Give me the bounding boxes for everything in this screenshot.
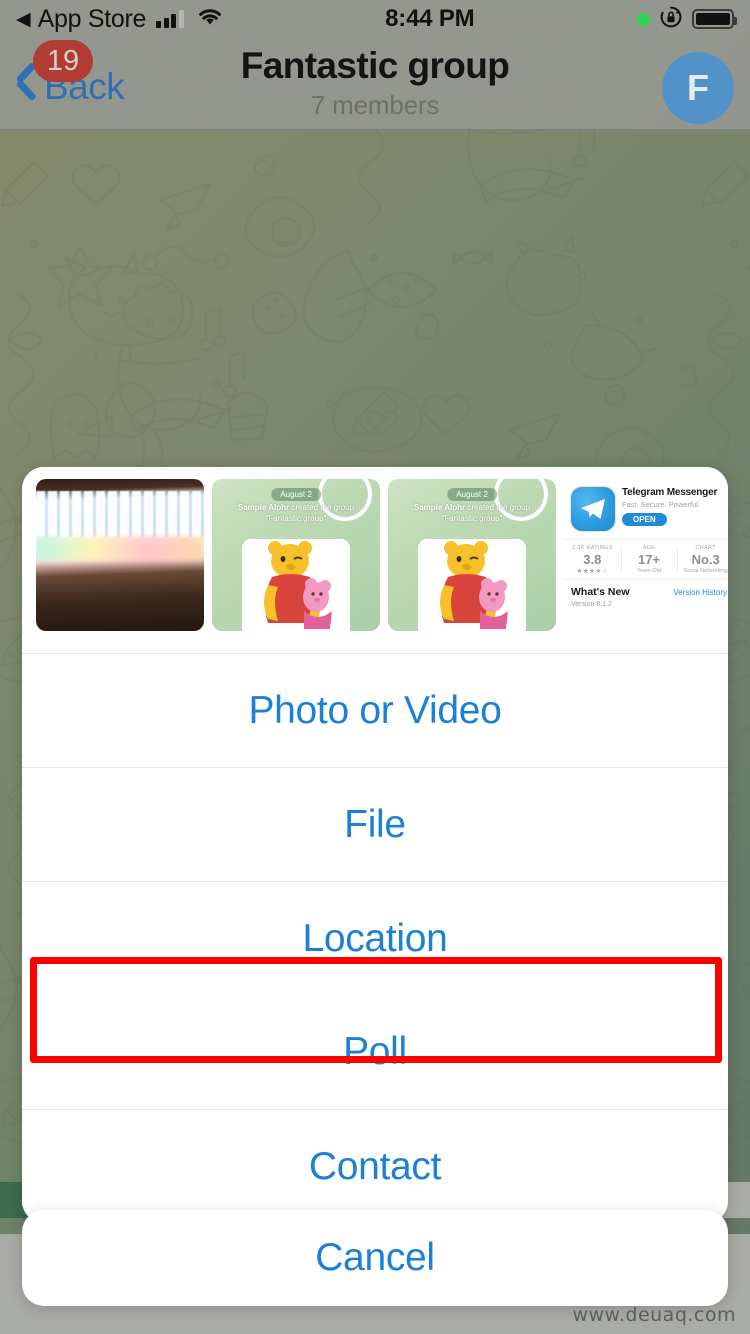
sheet-option-poll[interactable]: Poll (22, 995, 728, 1109)
service-message: Sample Alphr created the group "Fantasti… (397, 503, 547, 525)
sticker-card (242, 539, 350, 631)
appstore-app-tagline: Fast. Secure. Powerful. (622, 500, 700, 510)
battery-full-icon (692, 9, 737, 29)
green-recording-dot-icon (637, 12, 650, 26)
sheet-option-label: Location (302, 916, 448, 960)
appstore-stats-row: 2.3K RATINGS 3.8 ★★★★☆ AGE 17+ Years Old… (564, 539, 728, 579)
cellular-signal-icon (156, 10, 184, 28)
appstore-stat-chart: CHART No.3 Social Networking (677, 545, 728, 575)
return-app-label[interactable]: App Store (38, 5, 147, 34)
media-thumbnail-chat-screenshot[interactable]: August 2 Sample Alphr created the group … (212, 479, 380, 631)
pooh-sticker-icon (264, 541, 332, 629)
stat-key: AGE (642, 545, 656, 551)
status-bar: ◀ App Store 8:44 PM (0, 0, 750, 38)
date-pill: August 2 (271, 488, 321, 501)
version-history-link: Version History (673, 588, 727, 597)
back-to-app-triangle-icon[interactable]: ◀ (16, 10, 31, 29)
stat-unit: Years Old (637, 568, 661, 574)
stat-unit: Social Networking (683, 568, 728, 574)
appstore-whats-new-row: What's New Version History (564, 579, 728, 598)
media-thumbnail-chat-screenshot[interactable]: August 2 Sample Alphr created the group … (388, 479, 556, 631)
stat-unit: ★★★★☆ (576, 568, 609, 575)
stat-value: 17+ (637, 552, 661, 567)
sheet-option-label: Poll (343, 1030, 407, 1073)
sticker-card (418, 539, 526, 631)
cancel-button-label: Cancel (315, 1236, 435, 1279)
telegram-app-icon (571, 487, 615, 531)
service-message-text: created the group (467, 503, 531, 512)
sheet-option-label: File (344, 802, 406, 846)
sheet-option-location[interactable]: Location (22, 881, 728, 995)
wifi-icon (197, 7, 223, 31)
attachment-action-sheet: August 2 Sample Alphr created the group … (22, 467, 728, 1223)
cancel-button[interactable]: Cancel (22, 1210, 728, 1306)
sheet-option-contact[interactable]: Contact (22, 1109, 728, 1223)
media-thumbnail-keyboard-photo[interactable] (36, 479, 204, 631)
pooh-sticker-icon (440, 541, 508, 629)
service-message-text: created the group (291, 503, 355, 512)
service-message-quote: "Fantastic group" (265, 513, 327, 523)
chat-member-count: 7 members (310, 89, 440, 120)
group-avatar[interactable]: F (662, 52, 734, 124)
date-pill: August 2 (447, 488, 497, 501)
stat-key: 2.3K RATINGS (572, 545, 613, 551)
whats-new-title: What's New (571, 586, 630, 598)
status-bar-clock: 8:44 PM (385, 5, 475, 32)
appstore-header: Telegram Messenger Fast. Secure. Powerfu… (564, 479, 728, 535)
stat-value: 3.8 (583, 552, 602, 567)
sheet-option-file[interactable]: File (22, 767, 728, 881)
sheet-option-photo-or-video[interactable]: Photo or Video (22, 653, 728, 767)
chat-title-block[interactable]: Fantastic group 7 members (0, 44, 750, 121)
appstore-version: Version 8.1.2 (571, 601, 612, 608)
status-bar-right (637, 5, 737, 34)
service-message: Sample Alphr created the group "Fantasti… (221, 503, 371, 525)
watermark: www.deuaq.com (572, 1304, 736, 1326)
media-thumbnail-appstore-screenshot[interactable]: Telegram Messenger Fast. Secure. Powerfu… (564, 479, 728, 631)
appstore-stat-age: AGE 17+ Years Old (620, 545, 678, 575)
status-bar-left: ◀ App Store (16, 5, 223, 34)
rotation-lock-icon (659, 5, 683, 34)
sheet-option-label: Contact (308, 1144, 442, 1188)
service-message-author: Sample Alphr (237, 503, 290, 512)
appstore-stat-ratings: 2.3K RATINGS 3.8 ★★★★☆ (564, 545, 621, 575)
appstore-open-button: OPEN (622, 513, 667, 527)
navigation-bar: Back 19 Fantastic group 7 members F (0, 38, 750, 130)
recent-media-strip[interactable]: August 2 Sample Alphr created the group … (22, 467, 728, 653)
service-message-quote: "Fantastic group" (441, 513, 503, 523)
sheet-option-label: Photo or Video (248, 688, 502, 732)
chat-title: Fantastic group (240, 45, 510, 86)
stat-key: CHART (695, 545, 716, 551)
appstore-app-name: Telegram Messenger (622, 487, 718, 498)
appstore-app-meta: Telegram Messenger Fast. Secure. Powerfu… (622, 487, 727, 531)
service-message-author: Sample Alphr (413, 503, 466, 512)
stat-value: No.3 (691, 552, 720, 567)
